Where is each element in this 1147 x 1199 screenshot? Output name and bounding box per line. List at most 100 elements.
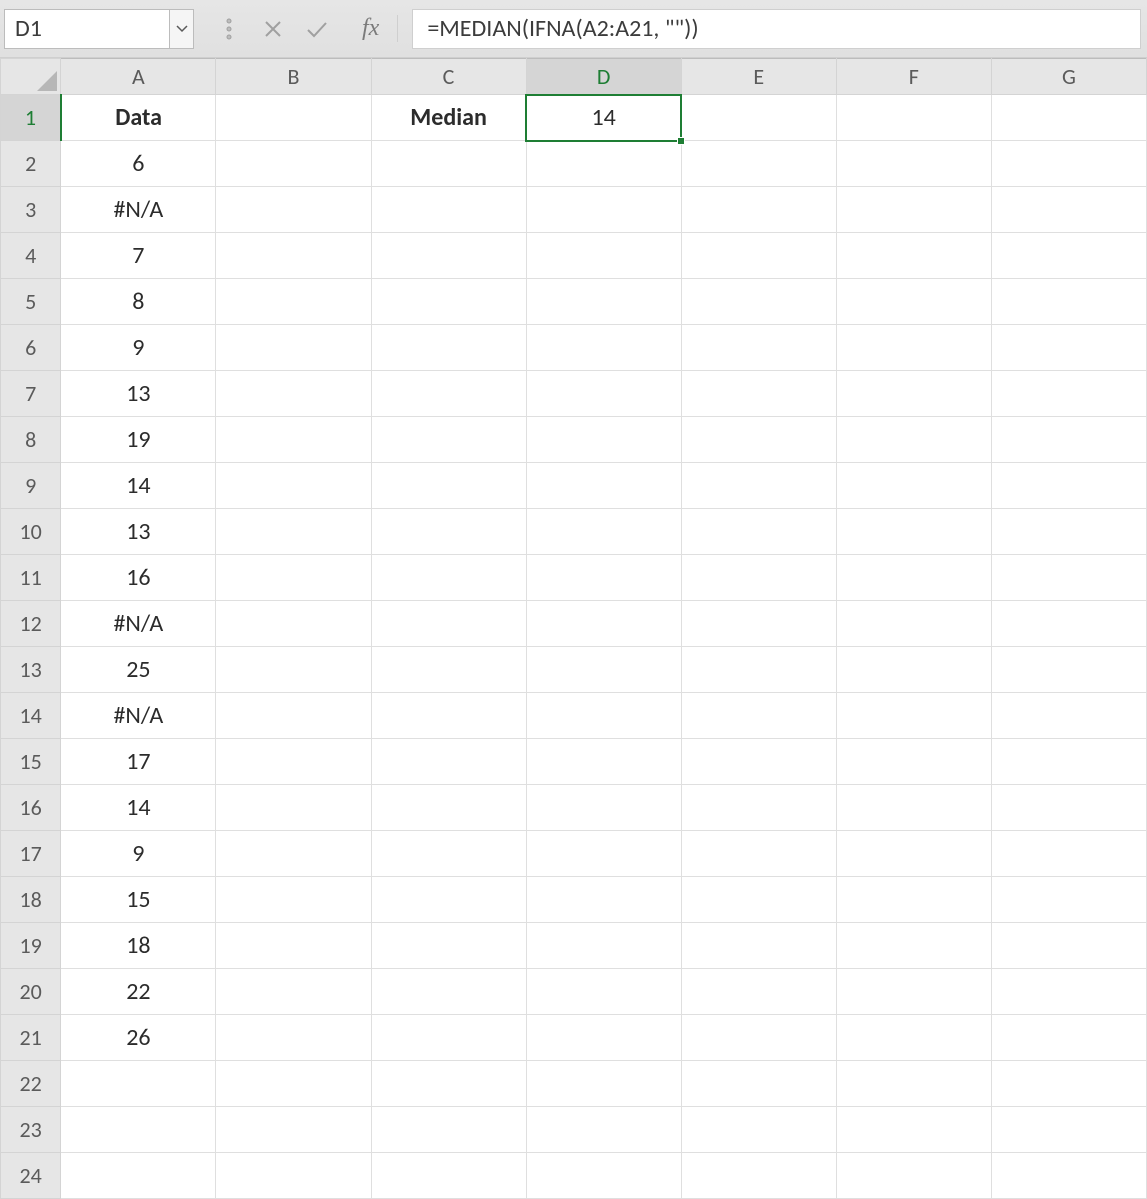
cell-B6[interactable] [216, 325, 371, 371]
column-header-C[interactable]: C [371, 59, 526, 95]
cell-E2[interactable] [681, 141, 836, 187]
cell-A11[interactable]: 16 [61, 555, 216, 601]
cell-E6[interactable] [681, 325, 836, 371]
cell-E15[interactable] [681, 739, 836, 785]
cell-A4[interactable]: 7 [61, 233, 216, 279]
row-header-20[interactable]: 20 [1, 969, 61, 1015]
cell-F3[interactable] [836, 187, 991, 233]
name-box-dropdown[interactable] [170, 9, 194, 49]
cell-C24[interactable] [371, 1153, 526, 1199]
cell-G8[interactable] [991, 417, 1146, 463]
cell-E3[interactable] [681, 187, 836, 233]
cell-A24[interactable] [61, 1153, 216, 1199]
cell-C10[interactable] [371, 509, 526, 555]
cell-E13[interactable] [681, 647, 836, 693]
row-header-6[interactable]: 6 [1, 325, 61, 371]
cell-B20[interactable] [216, 969, 371, 1015]
cell-F7[interactable] [836, 371, 991, 417]
cell-A12[interactable]: #N/A [61, 601, 216, 647]
cell-G1[interactable] [991, 95, 1146, 141]
cell-E1[interactable] [681, 95, 836, 141]
cell-E22[interactable] [681, 1061, 836, 1107]
cell-G19[interactable] [991, 923, 1146, 969]
cell-D17[interactable] [526, 831, 681, 877]
row-header-4[interactable]: 4 [1, 233, 61, 279]
cell-F10[interactable] [836, 509, 991, 555]
row-header-18[interactable]: 18 [1, 877, 61, 923]
cell-B15[interactable] [216, 739, 371, 785]
cell-D22[interactable] [526, 1061, 681, 1107]
cell-D19[interactable] [526, 923, 681, 969]
fill-handle[interactable] [677, 137, 685, 145]
cell-A21[interactable]: 26 [61, 1015, 216, 1061]
cell-E20[interactable] [681, 969, 836, 1015]
cell-F22[interactable] [836, 1061, 991, 1107]
row-header-1[interactable]: 1 [1, 95, 61, 141]
cell-G18[interactable] [991, 877, 1146, 923]
cell-F24[interactable] [836, 1153, 991, 1199]
cell-G20[interactable] [991, 969, 1146, 1015]
cell-E11[interactable] [681, 555, 836, 601]
cell-E9[interactable] [681, 463, 836, 509]
cell-G23[interactable] [991, 1107, 1146, 1153]
row-header-10[interactable]: 10 [1, 509, 61, 555]
cell-B17[interactable] [216, 831, 371, 877]
cell-G13[interactable] [991, 647, 1146, 693]
cell-B3[interactable] [216, 187, 371, 233]
cell-A1[interactable]: Data [61, 95, 216, 141]
cell-A22[interactable] [61, 1061, 216, 1107]
cell-D7[interactable] [526, 371, 681, 417]
cell-F17[interactable] [836, 831, 991, 877]
cell-G9[interactable] [991, 463, 1146, 509]
cell-A19[interactable]: 18 [61, 923, 216, 969]
cell-F2[interactable] [836, 141, 991, 187]
cell-F12[interactable] [836, 601, 991, 647]
cell-C9[interactable] [371, 463, 526, 509]
cell-A10[interactable]: 13 [61, 509, 216, 555]
cell-E19[interactable] [681, 923, 836, 969]
cell-D10[interactable] [526, 509, 681, 555]
cell-B9[interactable] [216, 463, 371, 509]
cell-D18[interactable] [526, 877, 681, 923]
cell-E18[interactable] [681, 877, 836, 923]
cell-G5[interactable] [991, 279, 1146, 325]
cell-G14[interactable] [991, 693, 1146, 739]
cell-F16[interactable] [836, 785, 991, 831]
cell-C3[interactable] [371, 187, 526, 233]
cell-B13[interactable] [216, 647, 371, 693]
row-header-21[interactable]: 21 [1, 1015, 61, 1061]
cell-E7[interactable] [681, 371, 836, 417]
cell-F1[interactable] [836, 95, 991, 141]
cell-B23[interactable] [216, 1107, 371, 1153]
cell-E16[interactable] [681, 785, 836, 831]
cell-E8[interactable] [681, 417, 836, 463]
cell-C1[interactable]: Median [371, 95, 526, 141]
cell-G4[interactable] [991, 233, 1146, 279]
row-header-15[interactable]: 15 [1, 739, 61, 785]
formula-input[interactable]: =MEDIAN(IFNA(A2:A21, "")) [412, 9, 1141, 49]
cell-G11[interactable] [991, 555, 1146, 601]
cell-A20[interactable]: 22 [61, 969, 216, 1015]
column-header-D[interactable]: D [526, 59, 681, 95]
cell-B24[interactable] [216, 1153, 371, 1199]
column-header-F[interactable]: F [836, 59, 991, 95]
cell-D5[interactable] [526, 279, 681, 325]
row-header-12[interactable]: 12 [1, 601, 61, 647]
cell-D14[interactable] [526, 693, 681, 739]
cell-B2[interactable] [216, 141, 371, 187]
cell-C7[interactable] [371, 371, 526, 417]
cell-C2[interactable] [371, 141, 526, 187]
cell-G6[interactable] [991, 325, 1146, 371]
cell-D12[interactable] [526, 601, 681, 647]
cell-G10[interactable] [991, 509, 1146, 555]
cell-G2[interactable] [991, 141, 1146, 187]
cell-G24[interactable] [991, 1153, 1146, 1199]
cell-F20[interactable] [836, 969, 991, 1015]
cell-D6[interactable] [526, 325, 681, 371]
cell-F23[interactable] [836, 1107, 991, 1153]
cell-C5[interactable] [371, 279, 526, 325]
cell-C22[interactable] [371, 1061, 526, 1107]
cell-B11[interactable] [216, 555, 371, 601]
cell-A17[interactable]: 9 [61, 831, 216, 877]
cell-D15[interactable] [526, 739, 681, 785]
